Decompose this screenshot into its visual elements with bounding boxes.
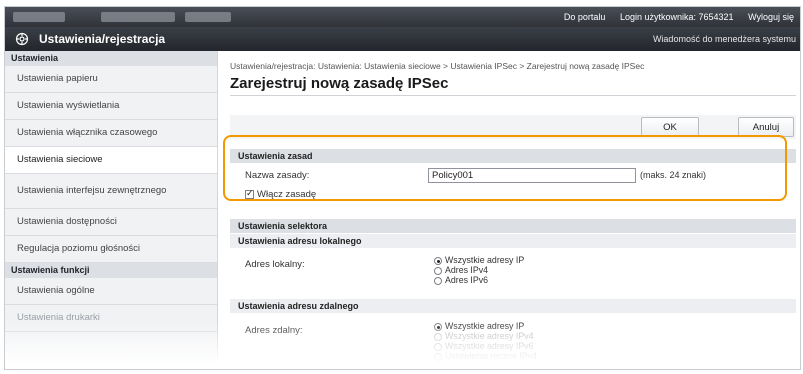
remote-address-label: Adres zdalny: <box>245 325 303 336</box>
sidebar-item-display[interactable]: Ustawienia wyświetlania <box>5 93 217 120</box>
remote-option-all: Wszystkie adresy IP <box>445 321 525 331</box>
gear-icon <box>15 32 29 46</box>
sidebar-item-network[interactable]: Ustawienia sieciowe <box>5 147 217 174</box>
ok-button[interactable]: OK <box>641 117 699 137</box>
local-option-ipv6: Adres IPv6 <box>445 275 489 285</box>
remote-radio-all-ipv6[interactable] <box>434 343 442 351</box>
sidebar-item-general[interactable]: Ustawienia ogólne <box>5 278 217 305</box>
top-links: Do portalu Login użytkownika: 7654321 Wy… <box>552 12 794 22</box>
remote-radio-all[interactable] <box>434 323 442 331</box>
remote-radio-all-ipv4[interactable] <box>434 333 442 341</box>
local-option-all: Wszystkie adresy IP <box>445 255 525 265</box>
portal-link[interactable]: Do portalu <box>564 12 606 22</box>
sidebar-item-volume[interactable]: Regulacja poziomu głośności <box>5 236 217 263</box>
sidebar-item-external-interface[interactable]: Ustawienia interfejsu zewnętrznego <box>5 174 217 209</box>
local-radio-all[interactable] <box>434 257 442 265</box>
local-option-ipv4: Adres IPv4 <box>445 265 489 275</box>
selector-settings-heading: Ustawienia selektora <box>230 219 796 233</box>
sidebar: Ustawienia Ustawienia papieru Ustawienia… <box>5 51 218 369</box>
title-bar: Ustawienia/rejestracja Wiadomość do mene… <box>5 27 800 51</box>
remote-address-heading: Ustawienia adresu zdalnego <box>230 299 796 313</box>
sidebar-item-paper[interactable]: Ustawienia papieru <box>5 66 217 93</box>
sidebar-item-printer[interactable]: Ustawienia drukarki <box>5 305 217 332</box>
local-radio-ipv6[interactable] <box>434 277 442 285</box>
local-address-heading: Ustawienia adresu lokalnego <box>230 234 796 248</box>
sidebar-item-timer[interactable]: Ustawienia włącznika czasowego <box>5 120 217 147</box>
local-radio-ipv4[interactable] <box>434 267 442 275</box>
breadcrumb: Ustawienia/rejestracja: Ustawienia: Usta… <box>230 61 645 71</box>
main-content: Ustawienia/rejestracja: Ustawienia: Usta… <box>218 51 800 369</box>
remote-option-all-ipv6: Wszystkie adresy IPv6 <box>445 341 534 351</box>
top-bar: Do portalu Login użytkownika: 7654321 Wy… <box>5 7 800 27</box>
sidebar-item-accessibility[interactable]: Ustawienia dostępności <box>5 209 217 236</box>
selector-settings-section: Ustawienia selektora Ustawienia adresu l… <box>230 219 796 369</box>
local-address-label: Adres lokalny: <box>245 259 305 270</box>
remote-radio-manual-ipv4[interactable] <box>434 353 442 361</box>
login-user-text: Login użytkownika: 7654321 <box>619 12 734 22</box>
logout-link[interactable]: Wyloguj się <box>748 12 794 22</box>
admin-message-link[interactable]: Wiadomość do menedżera systemu <box>653 34 796 44</box>
cancel-button[interactable]: Anuluj <box>738 117 794 137</box>
title-divider <box>230 95 796 96</box>
sidebar-section-settings: Ustawienia <box>5 51 217 66</box>
blurred-model <box>185 12 231 22</box>
remote-option-all-ipv4: Wszystkie adresy IPv4 <box>445 331 534 341</box>
blurred-logo <box>13 12 65 22</box>
policy-settings-highlight <box>223 135 787 201</box>
blurred-device-name <box>101 12 175 22</box>
page-title: Zarejestruj nową zasadę IPSec <box>230 75 449 92</box>
sidebar-section-functions: Ustawienia funkcji <box>5 263 217 278</box>
remote-option-manual-ipv4: Ustawienia ręczne IPv4 <box>445 351 537 361</box>
app-title: Ustawienia/rejestracja <box>39 32 166 46</box>
